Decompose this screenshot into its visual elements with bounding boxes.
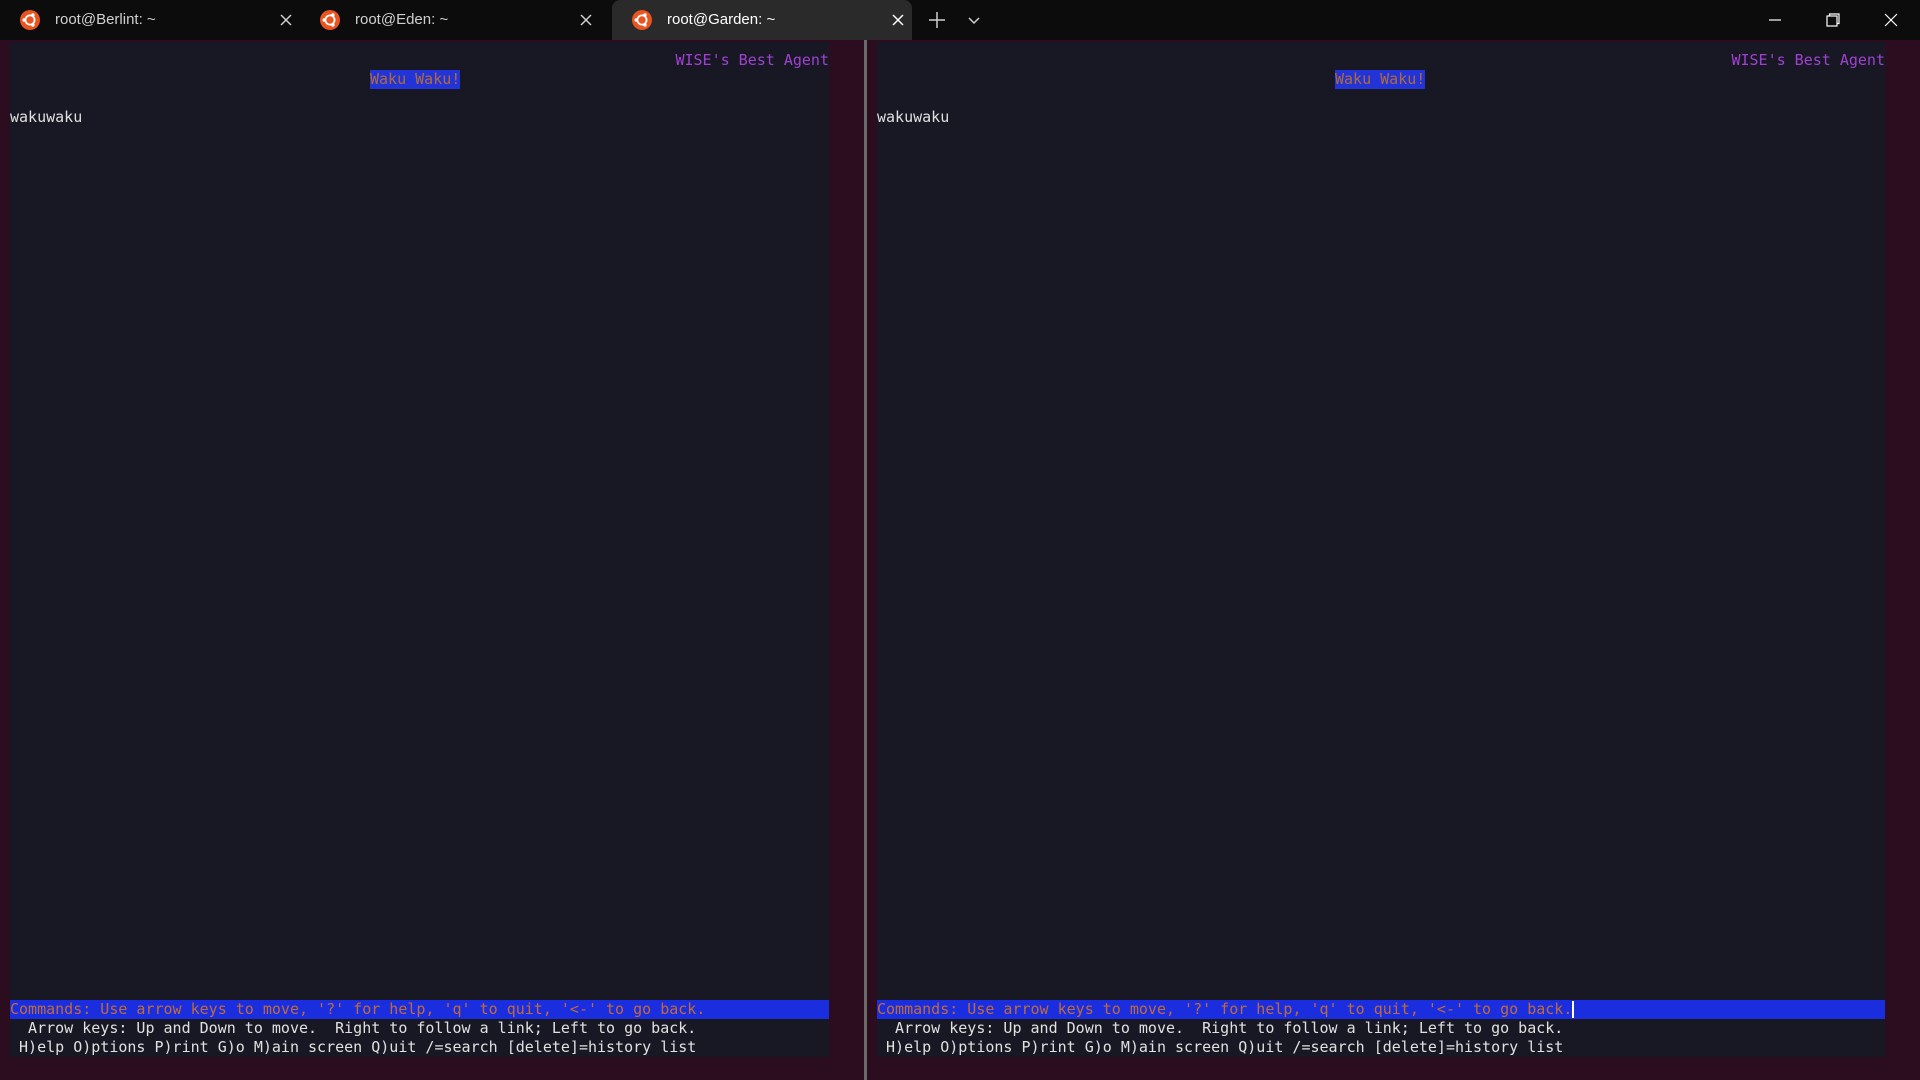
help-line-shortcuts: H)elp O)ptions P)rint G)o M)ain screen Q… bbox=[10, 1038, 697, 1056]
help-line-shortcuts: H)elp O)ptions P)rint G)o M)ain screen Q… bbox=[877, 1038, 1564, 1056]
chevron-down-icon[interactable] bbox=[966, 10, 982, 30]
restore-icon bbox=[1826, 13, 1840, 27]
page-title: Waku Waku! bbox=[370, 70, 461, 89]
help-line-arrow-keys: Arrow keys: Up and Down to move. Right t… bbox=[10, 1019, 697, 1037]
ubuntu-icon bbox=[632, 10, 652, 30]
terminal-pane-left[interactable]: WISE's Best Agent Waku Waku! wakuwaku Co… bbox=[10, 42, 829, 1057]
title-bar: root@Berlint: ~ root@Eden: ~ root@Garden… bbox=[0, 0, 1920, 40]
tab-garden[interactable]: root@Garden: ~ bbox=[612, 0, 912, 40]
ubuntu-icon bbox=[20, 10, 40, 30]
close-window-button[interactable] bbox=[1862, 0, 1920, 40]
close-icon bbox=[1884, 13, 1898, 27]
restore-button[interactable] bbox=[1804, 0, 1862, 40]
tab-label: root@Garden: ~ bbox=[667, 11, 776, 28]
commands-status-bar: Commands: Use arrow keys to move, '?' fo… bbox=[877, 1000, 1885, 1019]
pane-divider[interactable] bbox=[864, 40, 867, 1080]
page-body-text: wakuwaku bbox=[10, 108, 83, 126]
agent-label: WISE's Best Agent bbox=[675, 51, 829, 69]
commands-status-bar: Commands: Use arrow keys to move, '?' fo… bbox=[10, 1000, 829, 1019]
close-tab-icon[interactable] bbox=[576, 10, 596, 30]
page-title: Waku Waku! bbox=[1335, 70, 1426, 89]
ubuntu-icon bbox=[320, 10, 340, 30]
agent-label: WISE's Best Agent bbox=[1731, 51, 1885, 69]
close-tab-icon[interactable] bbox=[276, 10, 296, 30]
tab-berlint[interactable]: root@Berlint: ~ bbox=[0, 0, 300, 40]
commands-text: Commands: Use arrow keys to move, '?' fo… bbox=[877, 1000, 1573, 1018]
new-tab-icon[interactable] bbox=[925, 8, 949, 32]
minimize-icon bbox=[1769, 19, 1781, 21]
help-line-arrow-keys: Arrow keys: Up and Down to move. Right t… bbox=[877, 1019, 1564, 1037]
tab-label: root@Eden: ~ bbox=[355, 11, 449, 28]
terminal-pane-right[interactable]: WISE's Best Agent Waku Waku! wakuwaku Co… bbox=[877, 42, 1885, 1057]
text-cursor bbox=[1572, 1001, 1575, 1018]
minimize-button[interactable] bbox=[1746, 0, 1804, 40]
tab-eden[interactable]: root@Eden: ~ bbox=[300, 0, 600, 40]
page-body-text: wakuwaku bbox=[877, 108, 950, 126]
close-tab-icon[interactable] bbox=[888, 10, 908, 30]
tab-label: root@Berlint: ~ bbox=[55, 11, 156, 28]
